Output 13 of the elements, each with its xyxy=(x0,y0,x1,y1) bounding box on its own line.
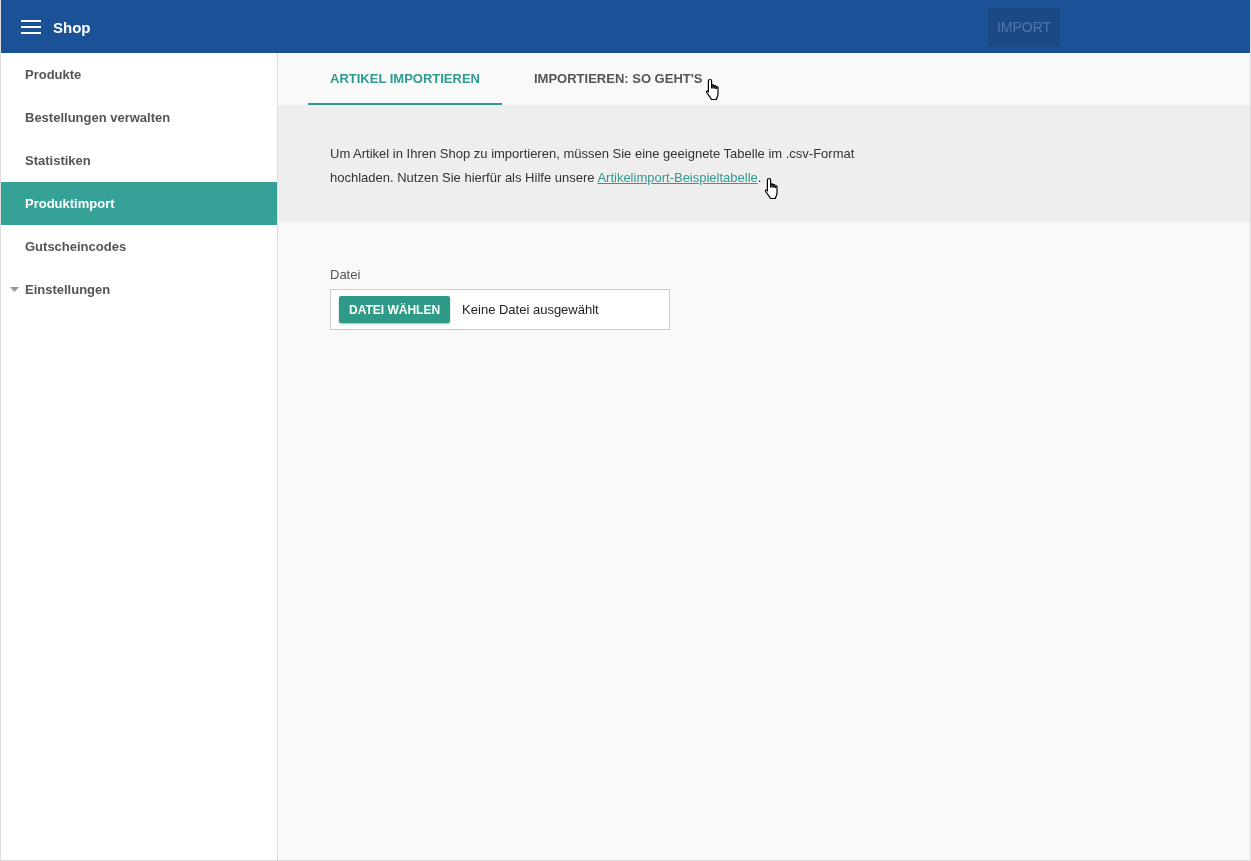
field-label: Datei xyxy=(330,267,362,282)
info-text: Um Artikel in Ihren Shop zu importieren, müssen Sie eine geeignete Tabelle im .csv-Format hochladen. Nutzen Sie hierfür als Hilfe unsere Artikelimport-Beispieltabelle. xyxy=(330,142,900,190)
sidebar-item[interactable]: Bestellungen verwalten xyxy=(1,96,277,139)
app-title: Shop xyxy=(53,18,91,36)
caret-icon xyxy=(10,287,19,292)
sidebar-item[interactable]: Statistiken xyxy=(1,139,277,182)
sidebar-item[interactable]: Einstellungen xyxy=(1,268,277,311)
file-input-field[interactable]: DATEI WÄHLEN Keine Datei ausgewählt xyxy=(330,289,670,330)
tab[interactable]: IMPORTIEREN: SO GEHT'S xyxy=(512,53,725,105)
menu-icon[interactable] xyxy=(21,20,41,34)
sidebar-item[interactable]: Produkte xyxy=(1,53,277,96)
sidebar-item[interactable]: Gutscheincodes xyxy=(1,225,277,268)
file-status-text: Keine Datei ausgewählt xyxy=(462,302,599,317)
